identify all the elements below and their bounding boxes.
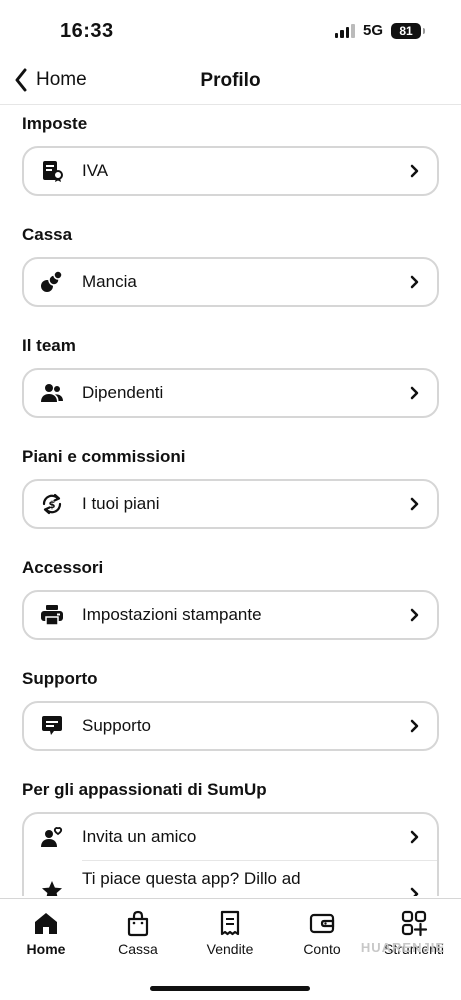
- section-title-appassionati: Per gli appassionati di SumUp: [22, 780, 267, 799]
- chat-icon: [42, 716, 62, 735]
- chevron-right-icon: [410, 887, 419, 896]
- settings-item-label: Invita un amico: [82, 827, 197, 846]
- settings-card-team: Dipendenti: [22, 368, 439, 418]
- home-indicator[interactable]: [150, 986, 310, 991]
- tab-cassa[interactable]: Cassa: [92, 909, 184, 957]
- settings-item-invita[interactable]: Invita un amico: [24, 814, 437, 860]
- home-icon: [35, 913, 57, 934]
- printer-icon: [41, 605, 63, 626]
- section-title-accessori: Accessori: [22, 558, 104, 577]
- network-type: 5G: [362, 22, 383, 39]
- settings-card-cassa: Mancia: [22, 257, 439, 307]
- settings-card-accessori: Impostazioni stampante: [22, 590, 439, 640]
- settings-item-stampante[interactable]: Impostazioni stampante: [24, 592, 437, 638]
- tab-conto[interactable]: Conto: [276, 909, 368, 957]
- tab-vendite[interactable]: Vendite: [184, 909, 276, 957]
- grid-plus-icon: [401, 910, 428, 937]
- profile-settings-list[interactable]: Imposte IVA Cassa Mancia Il team Dipende…: [0, 106, 461, 896]
- settings-item-label: Supporto: [82, 716, 151, 735]
- settings-item-label: Impostazioni stampante: [82, 605, 262, 624]
- settings-item-label: I tuoi piani: [82, 494, 160, 513]
- tab-label: Vendite: [206, 941, 254, 957]
- page-title: Profilo: [200, 70, 261, 91]
- coins-icon: [41, 270, 63, 292]
- bag-icon: [127, 910, 149, 937]
- settings-card-appassionati: Invita un amico Ti piace questa app? Dil…: [22, 812, 439, 896]
- settings-item-label: Mancia: [82, 272, 137, 291]
- star-icon: [42, 881, 62, 896]
- battery-icon: 81: [391, 22, 425, 39]
- settings-item-label: IVA: [82, 161, 109, 180]
- status-indicators: 5G 81: [334, 22, 425, 39]
- settings-card-supporto: Supporto: [22, 701, 439, 751]
- chevron-right-icon: [410, 275, 419, 289]
- invite-friend-icon: [41, 827, 63, 847]
- receipt-icon: [43, 161, 63, 182]
- watermark: HUARENJIE: [360, 940, 445, 955]
- section-title-piani: Piani e commissioni: [22, 447, 186, 466]
- tab-label: Conto: [303, 941, 341, 957]
- section-title-team: Il team: [22, 336, 76, 355]
- chevron-right-icon: [410, 164, 419, 178]
- people-icon: [41, 384, 63, 402]
- signal-icon: [334, 23, 355, 38]
- section-title-supporto: Supporto: [22, 669, 98, 688]
- nav-bar: Home Profilo: [0, 60, 461, 105]
- settings-item-dipendenti[interactable]: Dipendenti: [24, 370, 437, 416]
- wallet-icon: [309, 913, 335, 934]
- svg-text:$: $: [49, 500, 56, 511]
- settings-item-piani[interactable]: $ I tuoi piani: [24, 481, 437, 527]
- settings-card-imposte: IVA: [22, 146, 439, 196]
- chevron-right-icon: [410, 497, 419, 511]
- tab-home[interactable]: Home: [0, 909, 92, 957]
- settings-item-rate-app[interactable]: Ti piace questa app? Dillo ad: [24, 861, 437, 896]
- battery-level: 81: [399, 23, 413, 38]
- chevron-right-icon: [410, 830, 419, 844]
- settings-item-label: Dipendenti: [82, 383, 164, 402]
- chevron-right-icon: [410, 719, 419, 733]
- tab-label: Cassa: [118, 941, 158, 957]
- chevron-right-icon: [410, 608, 419, 622]
- settings-item-iva[interactable]: IVA: [24, 148, 437, 194]
- section-title-imposte: Imposte: [22, 114, 88, 133]
- settings-item-label: Ti piace questa app? Dillo ad: [82, 869, 301, 888]
- receipt-list-icon: [220, 910, 240, 936]
- settings-item-supporto[interactable]: Supporto: [24, 703, 437, 749]
- tab-label: Home: [26, 941, 66, 957]
- status-time: 16:33: [60, 20, 114, 42]
- status-bar: 16:33 5G 81: [0, 0, 461, 60]
- dollar-cycle-icon: $: [42, 493, 62, 515]
- settings-item-mancia[interactable]: Mancia: [24, 259, 437, 305]
- section-title-cassa: Cassa: [22, 225, 73, 244]
- settings-card-piani: $ I tuoi piani: [22, 479, 439, 529]
- chevron-right-icon: [410, 386, 419, 400]
